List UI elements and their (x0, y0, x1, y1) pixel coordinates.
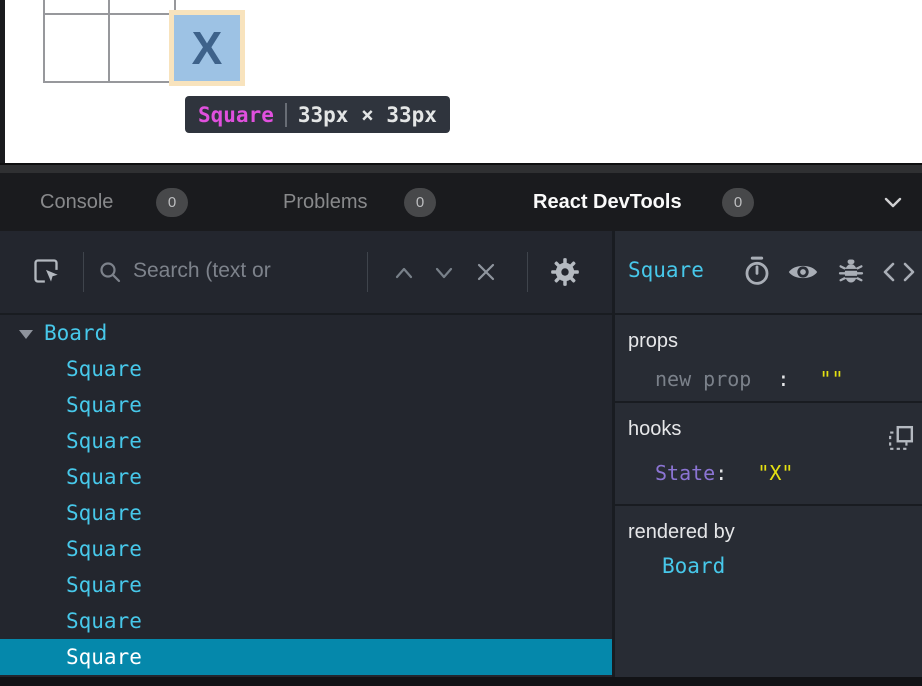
inspector-panel: props new prop : "" hooks State: "X" ren… (615, 315, 922, 677)
devtools-tab-bar: Console Problems React DevTools (0, 173, 922, 231)
react-devtools-badge: 0 (722, 188, 754, 217)
hooks-title: hooks (628, 418, 681, 441)
highlighted-square-cell[interactable]: X (174, 15, 240, 81)
new-prop-input[interactable]: new prop (655, 367, 751, 391)
tree-item-square[interactable]: Square (0, 423, 612, 459)
board-grid-line (43, 81, 241, 83)
hooks-section: hooks State: "X" (615, 403, 922, 506)
tree-item-square[interactable]: Square (0, 495, 612, 531)
component-name: Square (66, 573, 142, 597)
bug-icon[interactable] (837, 256, 865, 286)
tree-item-square[interactable]: Square (0, 567, 612, 603)
tree-item-board[interactable]: Board (0, 315, 612, 351)
tab-console[interactable]: Console (40, 173, 113, 231)
clear-search-icon[interactable] (474, 260, 498, 284)
chevron-down-icon[interactable] (432, 265, 456, 281)
tooltip-component-name: Square (198, 103, 274, 127)
hook-name: State (655, 461, 715, 485)
selected-component-name: Square (628, 258, 704, 282)
stopwatch-icon[interactable] (743, 255, 771, 287)
toolbar-divider (367, 252, 368, 292)
devtools-drag-handle[interactable] (0, 165, 922, 173)
component-name: Square (66, 429, 142, 453)
chevron-up-icon[interactable] (392, 265, 416, 281)
props-title: props (628, 330, 678, 353)
collapse-caret-icon[interactable] (19, 330, 33, 339)
tooltip-dimensions: 33px × 33px (298, 103, 437, 127)
parse-hook-names-icon[interactable] (888, 425, 914, 451)
element-size-tooltip: Square 33px × 33px (185, 96, 450, 133)
hook-value[interactable]: "X" (757, 461, 793, 485)
inspected-page: X (0, 0, 922, 163)
tab-problems[interactable]: Problems (283, 173, 367, 231)
toolbar-divider (83, 252, 84, 292)
component-name: Square (66, 501, 142, 525)
tooltip-divider (285, 103, 287, 127)
tree-item-square[interactable]: Square (0, 639, 612, 675)
component-name: Square (66, 537, 142, 561)
component-name: Square (66, 645, 142, 669)
screen: X Square 33px × 33px Console Problems Re… (0, 0, 922, 686)
new-prop-row[interactable]: new prop : "" (655, 367, 844, 391)
props-section: props new prop : "" (615, 315, 922, 403)
bottom-edge (0, 677, 922, 686)
component-tree-children: Square Square Square Square Square Square Squa… (0, 351, 612, 675)
console-badge: 0 (156, 188, 188, 217)
gear-icon[interactable] (550, 257, 580, 287)
component-tree: Board SquareSquareSquareSquareSquareSqua… (0, 315, 612, 677)
tree-item-square[interactable]: Square (0, 351, 612, 387)
component-name: Square (66, 357, 142, 381)
toolbar-divider (527, 252, 528, 292)
component-name: Square (66, 465, 142, 489)
component-name: Square (66, 393, 142, 417)
tree-item-square[interactable]: Square (0, 531, 612, 567)
view-source-icon[interactable] (882, 261, 916, 283)
tab-react-devtools[interactable]: React DevTools (533, 173, 682, 231)
tree-item-square[interactable]: Square (0, 387, 612, 423)
tree-item-square[interactable]: Square (0, 459, 612, 495)
selected-component-header: Square (615, 231, 922, 315)
state-hook-row[interactable]: State: "X" (655, 461, 793, 485)
page-left-edge (0, 0, 5, 163)
react-devtools-toolbar: Search (text or (0, 231, 612, 315)
inspect-element-icon[interactable] (32, 256, 60, 286)
new-prop-value[interactable]: "" (819, 367, 843, 391)
rendered-by-title: rendered by (628, 521, 735, 544)
search-icon (98, 260, 122, 284)
problems-badge: 0 (404, 188, 436, 217)
component-name: Board (44, 321, 107, 345)
search-input[interactable]: Search (text or (133, 259, 271, 283)
component-name: Square (66, 609, 142, 633)
collapse-chevron-icon[interactable] (880, 194, 906, 212)
square-value: X (192, 21, 223, 75)
rendered-by-owner[interactable]: Board (662, 554, 725, 578)
eye-icon[interactable] (786, 260, 820, 284)
tree-item-square[interactable]: Square (0, 603, 612, 639)
rendered-by-section: rendered by Board (615, 506, 922, 675)
